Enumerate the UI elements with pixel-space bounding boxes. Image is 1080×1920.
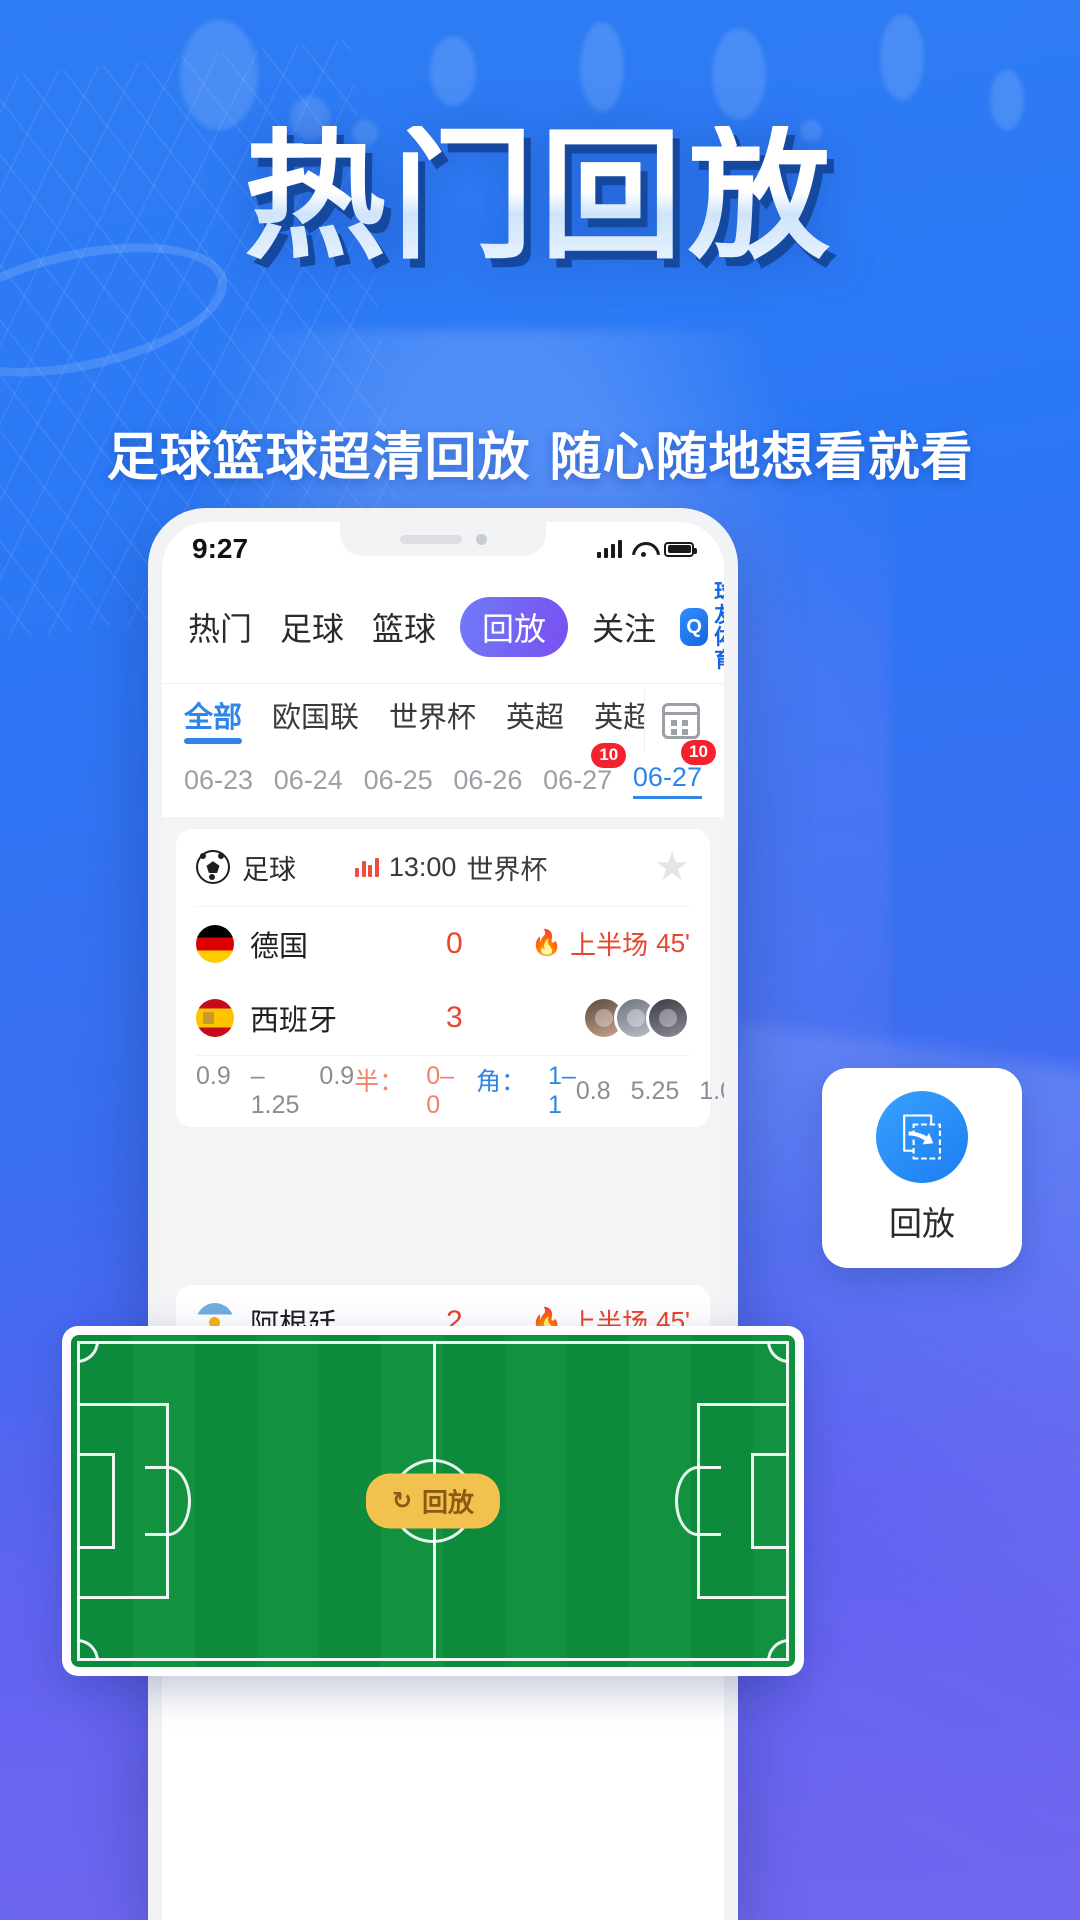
tab-replay[interactable]: 回放	[460, 597, 569, 658]
pitch-replay-button[interactable]: ↻ 回放	[365, 1473, 501, 1529]
soccer-pitch-overlay: ↻ 回放	[62, 1326, 804, 1676]
avatar	[646, 995, 690, 1040]
match-time: 13:00	[388, 851, 457, 882]
replay-card-label: 回放	[889, 1205, 955, 1242]
bg-blob	[430, 36, 476, 106]
tab-follow[interactable]: 关注	[588, 598, 660, 656]
pitch-replay-label: 回放	[422, 1487, 475, 1518]
date-item-4-badge: 10	[591, 742, 627, 768]
match-odds-row[interactable]: 0.9 –1.25 0.9 半： 0–0 角： 1–1 0.8 5.25 1.0	[196, 1054, 724, 1127]
match-sport-label: 足球	[242, 854, 296, 885]
flag-germany-icon	[196, 924, 234, 963]
odds-left-0: 0.9	[196, 1062, 231, 1091]
league-tab-world-cup[interactable]: 世界杯	[389, 694, 476, 746]
match-status: 🔥 上半场 45'	[531, 925, 690, 962]
phone-mockup: 9:27 热门 足球 篮球 回放 关注 Q 球友 体育 全部	[148, 508, 738, 1920]
soccer-pitch: ↻ 回放	[71, 1335, 795, 1667]
battery-icon	[664, 541, 697, 557]
phone-screen: 9:27 热门 足球 篮球 回放 关注 Q 球友 体育 全部	[162, 522, 724, 1920]
pitch-goal-box-left	[77, 1453, 115, 1549]
home-team-score: 0	[446, 926, 463, 960]
flag-spain-icon	[196, 998, 234, 1037]
soccer-ball-icon	[196, 850, 230, 885]
date-item-1[interactable]: 06-24	[274, 765, 343, 796]
odds-right-2: 1.0	[699, 1076, 724, 1105]
front-camera	[475, 533, 487, 545]
date-item-4[interactable]: 06-27 10	[543, 742, 627, 796]
date-item-2[interactable]: 06-25	[364, 765, 433, 796]
match-minute: 45'	[656, 928, 690, 959]
bg-blob	[580, 22, 624, 112]
odds-right-1: 5.25	[630, 1076, 680, 1105]
match-league: 世界杯	[466, 854, 548, 885]
viewer-avatars	[582, 995, 690, 1040]
away-team-name: 西班牙	[250, 1004, 338, 1037]
date-item-5[interactable]: 06-27 10	[632, 739, 716, 799]
fire-icon: 🔥	[530, 929, 563, 958]
brand-text: 球友 体育	[714, 581, 724, 673]
brand-line-1: 球友	[714, 581, 724, 627]
date-item-5-label: 06-27	[632, 761, 702, 792]
replay-arrow-icon: ↻	[391, 1487, 413, 1515]
match-card-header: 足球 13:00 世界杯 ★	[196, 829, 690, 907]
match-away-row: 西班牙 3	[196, 981, 690, 1055]
hero-title: 热门回放	[244, 114, 836, 279]
replay-play-glyph: ⎘	[901, 1108, 943, 1166]
odds-right-group: 0.8 5.25 1.0	[576, 1077, 724, 1106]
corner-value: 1–1	[548, 1062, 576, 1120]
star-icon[interactable]: ★	[654, 847, 690, 887]
odds-left-1: –1.25	[250, 1062, 300, 1120]
league-tab-premier-league-1[interactable]: 英超	[506, 694, 564, 746]
hero-title-wrap: 热门回放	[0, 126, 1080, 268]
status-icons	[596, 540, 697, 558]
league-tab-nations-league[interactable]: 欧国联	[272, 694, 359, 746]
pitch-goal-box-right	[751, 1453, 789, 1549]
match-card-1[interactable]: 足球 13:00 世界杯 ★ 德国 0 🔥 上半场 45' 西班牙 3 0.9 …	[176, 828, 724, 1127]
tab-hot[interactable]: 热门	[184, 598, 256, 656]
bg-blob	[712, 28, 766, 120]
date-item-4-label: 06-27	[543, 764, 613, 795]
app-brand-logo: Q 球友 体育	[680, 581, 724, 673]
wifi-icon	[632, 541, 654, 557]
phone-notch	[340, 522, 546, 556]
halftime-value: 0–0	[426, 1062, 455, 1120]
tab-basketball[interactable]: 篮球	[368, 598, 440, 656]
speaker-grille	[399, 534, 462, 544]
date-item-0[interactable]: 06-23	[184, 765, 253, 796]
signal-bars-icon	[596, 540, 622, 558]
corner-label: 角：	[476, 1068, 527, 1097]
bar-chart-icon	[355, 857, 379, 878]
league-tab-all[interactable]: 全部	[184, 694, 243, 746]
tab-football[interactable]: 足球	[276, 598, 348, 656]
calendar-icon	[661, 702, 700, 739]
odds-mid-group: 半： 0–0 角： 1–1	[354, 1062, 576, 1120]
status-time: 9:27	[192, 533, 249, 564]
odds-right-0: 0.8	[575, 1076, 611, 1105]
match-home-row: 德国 0 🔥 上半场 45'	[196, 907, 690, 981]
date-selector-row: 06-23 06-24 06-25 06-26 06-27 10 06-27 1…	[162, 739, 724, 817]
date-item-5-badge: 10	[681, 739, 716, 765]
main-nav-tabs: 热门 足球 篮球 回放 关注 Q 球友 体育	[162, 576, 724, 683]
pitch-penalty-arc-left	[145, 1466, 191, 1536]
brand-mark-icon: Q	[680, 608, 709, 647]
match-status-text: 上半场	[570, 930, 649, 961]
hero-subtitle: 足球篮球超清回放 随心随地想看就看	[106, 428, 974, 488]
brand-line-2: 体育	[714, 626, 724, 672]
halftime-label: 半：	[354, 1068, 405, 1097]
odds-left-group: 0.9 –1.25 0.9	[196, 1062, 354, 1120]
match-meta: 13:00 世界杯	[355, 848, 547, 887]
pitch-penalty-arc-right	[675, 1466, 721, 1536]
replay-circle-icon: ⎘	[876, 1091, 968, 1183]
replay-feature-card[interactable]: ⎘ 回放	[822, 1068, 1022, 1268]
home-team-name: 德国	[250, 930, 309, 963]
date-item-3[interactable]: 06-26	[453, 765, 522, 796]
bg-blob	[990, 70, 1024, 130]
away-team-score: 3	[446, 1000, 463, 1034]
odds-left-2: 0.9	[319, 1062, 355, 1091]
league-filter-row: 全部 欧国联 世界杯 英超 英超 W	[162, 682, 724, 752]
bg-blob	[880, 14, 924, 100]
